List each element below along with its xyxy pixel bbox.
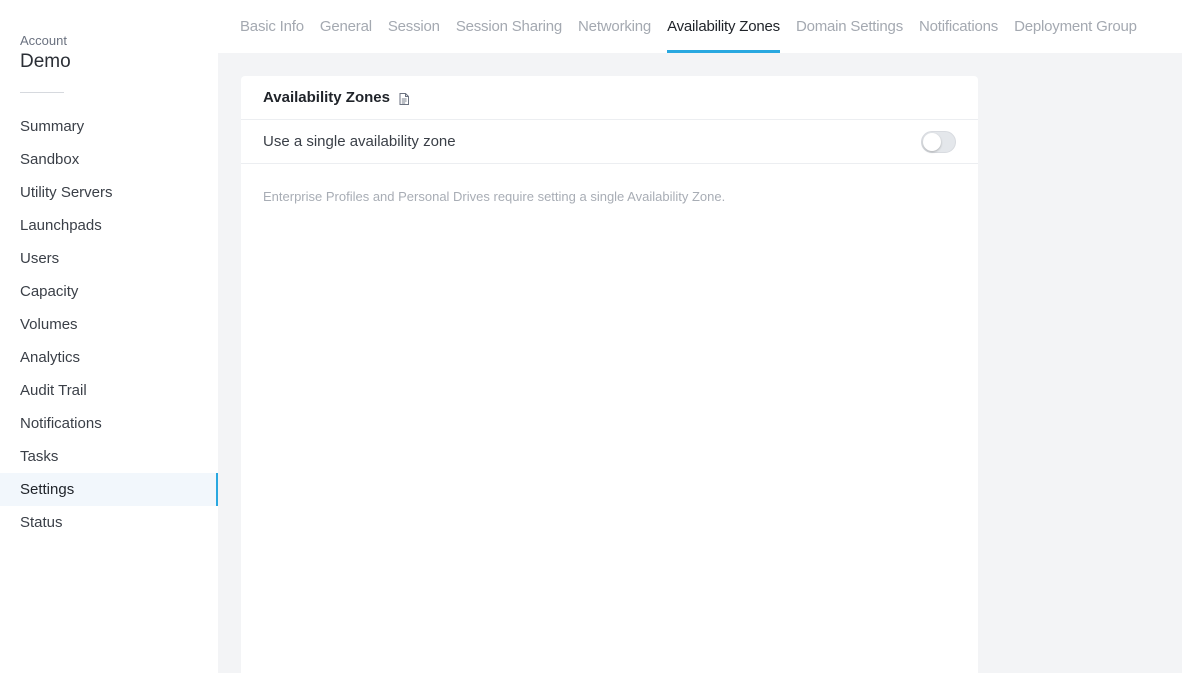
tab-deployment-group[interactable]: Deployment Group [1014,0,1137,53]
tab-availability-zones[interactable]: Availability Zones [667,0,780,53]
card-title: Availability Zones [263,89,390,106]
sidebar-item-utility-servers[interactable]: Utility Servers [0,176,218,209]
document-icon[interactable] [399,92,409,105]
single-zone-toggle[interactable] [921,130,956,153]
sidebar-item-sandbox[interactable]: Sandbox [0,143,218,176]
hint-text: Enterprise Profiles and Personal Drives … [263,189,726,204]
sidebar-item-notifications[interactable]: Notifications [0,407,218,440]
toggle-knob [923,132,941,151]
sidebar-item-settings[interactable]: Settings [0,473,218,506]
sidebar-item-capacity[interactable]: Capacity [0,275,218,308]
sidebar-item-launchpads[interactable]: Launchpads [0,209,218,242]
sidebar-item-audit-trail[interactable]: Audit Trail [0,374,218,407]
single-zone-row: Use a single availability zone [241,120,978,164]
sidebar-item-status[interactable]: Status [0,506,218,539]
tab-notifications[interactable]: Notifications [919,0,998,53]
app-window: Account Demo Summary Sandbox Utility Serve… [0,0,1182,673]
tab-session-sharing[interactable]: Session Sharing [456,0,562,53]
tab-basic-info[interactable]: Basic Info [240,0,304,53]
single-zone-label: Use a single availability zone [263,133,456,150]
account-divider [20,92,64,93]
tab-networking[interactable]: Networking [578,0,651,53]
sidebar-item-analytics[interactable]: Analytics [0,341,218,374]
tabs: Basic Info General Session Session Sharing N… [240,0,1137,53]
sidebar-item-volumes[interactable]: Volumes [0,308,218,341]
main-content: Basic Info General Session Session Sharing N… [218,0,1182,673]
tab-bar: Basic Info General Session Session Sharing N… [218,0,1182,53]
sidebar-item-summary[interactable]: Summary [0,110,218,143]
availability-zones-card: Availability Zones Use a single availabi… [241,76,978,673]
account-name: Demo [20,51,71,72]
tab-session[interactable]: Session [388,0,440,53]
sidebar-item-tasks[interactable]: Tasks [0,440,218,473]
card-header: Availability Zones [241,76,978,120]
tab-domain-settings[interactable]: Domain Settings [796,0,903,53]
sidebar-nav: Summary Sandbox Utility Servers Launchpads U… [0,110,218,539]
sidebar: Account Demo Summary Sandbox Utility Serve… [0,0,218,673]
tab-general[interactable]: General [320,0,372,53]
account-label: Account [20,33,67,48]
sidebar-item-users[interactable]: Users [0,242,218,275]
